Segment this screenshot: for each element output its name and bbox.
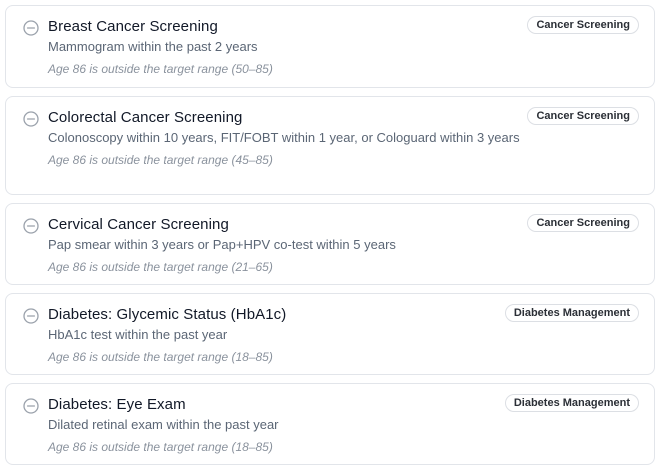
measure-card: Colorectal Cancer Screening Colonoscopy …	[5, 96, 655, 195]
minus-circle-icon	[23, 111, 39, 127]
measure-eligibility-note: Age 86 is outside the target range (18–8…	[48, 350, 273, 364]
measure-content: Cervical Cancer Screening Pap smear with…	[48, 215, 523, 275]
minus-circle-icon	[23, 398, 39, 414]
measure-eligibility-note: Age 86 is outside the target range (21–6…	[48, 260, 273, 274]
category-badge: Cancer Screening	[527, 16, 639, 34]
measure-title: Cervical Cancer Screening	[48, 216, 229, 233]
category-badge: Diabetes Management	[504, 394, 639, 412]
category-badge: Cancer Screening	[527, 107, 639, 125]
measure-eligibility-note: Age 86 is outside the target range (50–8…	[48, 62, 273, 76]
measure-description: Colonoscopy within 10 years, FIT/FOBT wi…	[48, 130, 520, 145]
measure-list: Breast Cancer Screening Mammogram within…	[5, 5, 655, 473]
minus-circle-icon	[23, 218, 39, 234]
category-badge: Diabetes Management	[504, 304, 639, 322]
measure-content: Colorectal Cancer Screening Colonoscopy …	[48, 108, 523, 168]
measure-description: Mammogram within the past 2 years	[48, 39, 258, 54]
measure-title: Breast Cancer Screening	[48, 18, 218, 35]
minus-circle-icon	[23, 308, 39, 324]
measure-card: Diabetes: Glycemic Status (HbA1c) HbA1c …	[5, 293, 655, 375]
category-badge: Cancer Screening	[527, 214, 639, 232]
measure-card: Breast Cancer Screening Mammogram within…	[5, 5, 655, 88]
measure-description: Pap smear within 3 years or Pap+HPV co-t…	[48, 237, 396, 252]
measure-eligibility-note: Age 86 is outside the target range (45–8…	[48, 153, 273, 167]
minus-circle-icon	[23, 20, 39, 36]
measure-card: Cervical Cancer Screening Pap smear with…	[5, 203, 655, 285]
measure-card: Diabetes: Eye Exam Dilated retinal exam …	[5, 383, 655, 465]
measure-title: Diabetes: Eye Exam	[48, 396, 186, 413]
measure-content: Diabetes: Eye Exam Dilated retinal exam …	[48, 395, 523, 455]
measure-content: Diabetes: Glycemic Status (HbA1c) HbA1c …	[48, 305, 523, 365]
measure-title: Diabetes: Glycemic Status (HbA1c)	[48, 306, 287, 323]
measure-title: Colorectal Cancer Screening	[48, 109, 243, 126]
measure-eligibility-note: Age 86 is outside the target range (18–8…	[48, 440, 273, 454]
measure-content: Breast Cancer Screening Mammogram within…	[48, 17, 523, 77]
measure-description: Dilated retinal exam within the past yea…	[48, 417, 279, 432]
measure-description: HbA1c test within the past year	[48, 327, 228, 342]
